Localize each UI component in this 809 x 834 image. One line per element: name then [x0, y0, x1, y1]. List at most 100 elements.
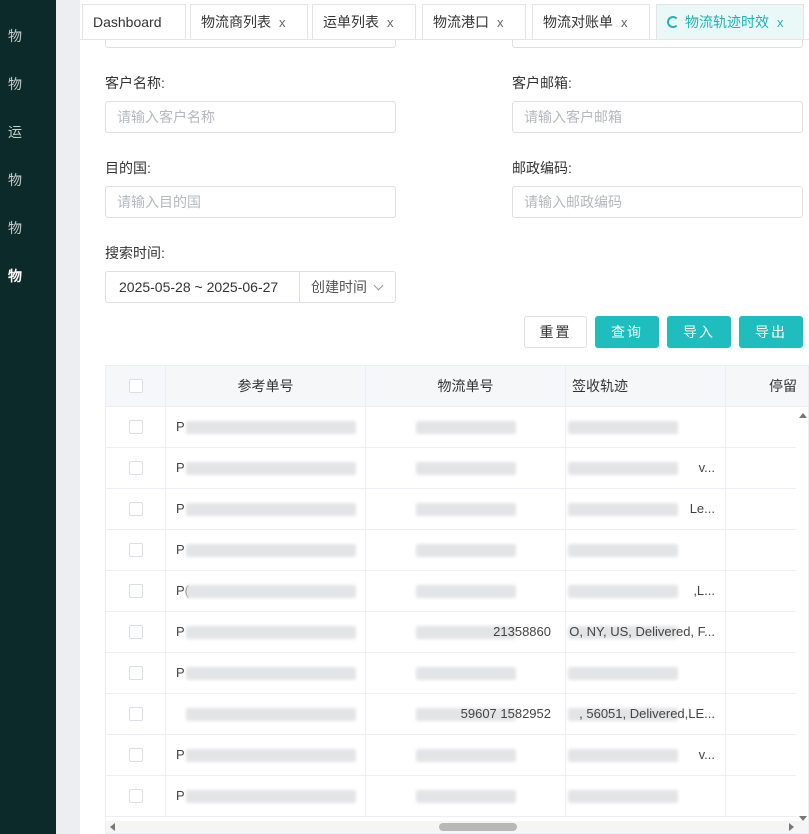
tracking-cell	[366, 448, 566, 488]
scroll-right-icon[interactable]	[789, 823, 794, 831]
row-checkbox[interactable]	[129, 666, 143, 680]
column-header[interactable]: 签收轨迹	[566, 366, 726, 406]
row-checkbox[interactable]	[129, 420, 143, 434]
postal-code-input[interactable]	[512, 186, 803, 218]
sidebar-item-4[interactable]: 物	[0, 170, 56, 190]
track-value: ,L...	[693, 583, 715, 598]
date-type-select[interactable]: 创建时间	[299, 272, 395, 302]
row-select-cell	[106, 448, 166, 488]
sidebar-item-5[interactable]: 物	[0, 218, 56, 238]
row-checkbox[interactable]	[129, 748, 143, 762]
select-all-checkbox[interactable]	[129, 379, 143, 393]
ref-cell: P	[166, 407, 366, 447]
row-checkbox[interactable]	[129, 543, 143, 557]
table-row[interactable]: P	[106, 530, 808, 571]
gutter	[56, 0, 80, 834]
row-select-cell	[106, 489, 166, 529]
sidebar-item-3[interactable]: 运	[0, 122, 56, 142]
redacted-block	[416, 790, 516, 803]
track-value: v...	[698, 460, 715, 475]
track-cell: ,L...	[566, 571, 726, 611]
query-button[interactable]: 查询	[595, 316, 659, 348]
redacted-block	[568, 749, 678, 762]
track-cell: , 56051, Delivered,LE...	[566, 694, 726, 734]
row-select-cell	[106, 571, 166, 611]
redacted-block	[568, 462, 678, 475]
ref-value: P	[176, 665, 185, 680]
date-range-value[interactable]: 2025-05-28 ~ 2025-06-27	[106, 272, 299, 302]
ref-cell: P	[166, 489, 366, 529]
redacted-block	[568, 585, 678, 598]
customer-email-input[interactable]	[512, 101, 803, 133]
row-select-cell	[106, 407, 166, 447]
redacted-block	[416, 462, 516, 475]
close-icon[interactable]: x	[279, 15, 286, 30]
horizontal-scrollbar[interactable]	[106, 821, 808, 833]
row-checkbox[interactable]	[129, 502, 143, 516]
tracking-cell: 21358860	[366, 612, 566, 652]
row-checkbox[interactable]	[129, 625, 143, 639]
import-button[interactable]: 导入	[667, 316, 731, 348]
hidden-field-top-right[interactable]	[512, 40, 803, 48]
customer-name-input[interactable]	[105, 101, 396, 133]
tab-statements[interactable]: 物流对账单 x	[532, 4, 650, 39]
track-cell: O, NY, US, Delivered, F...	[566, 612, 726, 652]
refresh-icon	[667, 16, 679, 28]
redacted-block	[568, 421, 678, 434]
tab-logistics-providers[interactable]: 物流商列表 x	[190, 4, 308, 39]
redacted-block	[186, 708, 356, 721]
sidebar-item-2[interactable]: 物	[0, 74, 56, 94]
ref-cell: P	[166, 530, 366, 570]
reset-button[interactable]: 重置	[524, 316, 587, 348]
table-row[interactable]: P	[106, 776, 808, 817]
redacted-block	[568, 790, 678, 803]
sidebar-item-6-active[interactable]: 物	[0, 266, 56, 286]
redacted-block	[416, 749, 516, 762]
redacted-block	[416, 544, 516, 557]
date-range-picker[interactable]: 2025-05-28 ~ 2025-06-27 创建时间	[105, 271, 396, 303]
row-checkbox[interactable]	[129, 707, 143, 721]
ref-cell: P	[166, 612, 366, 652]
column-header[interactable]: 参考单号	[166, 366, 366, 406]
close-icon[interactable]: x	[621, 15, 628, 30]
scroll-left-icon[interactable]	[110, 823, 115, 831]
close-icon[interactable]: x	[387, 15, 394, 30]
track-cell	[566, 407, 726, 447]
redacted-block	[186, 503, 356, 516]
hidden-field-top-left[interactable]	[105, 40, 396, 48]
row-select-cell	[106, 694, 166, 734]
select-all-cell	[106, 366, 166, 406]
tab-ports[interactable]: 物流港口 x	[422, 4, 526, 39]
tab-dashboard[interactable]: Dashboard	[82, 4, 186, 39]
close-icon[interactable]: x	[777, 15, 784, 30]
export-button[interactable]: 导出	[739, 316, 803, 348]
table-row[interactable]: Pv...	[106, 735, 808, 776]
destination-input[interactable]	[105, 186, 396, 218]
table-row[interactable]: Pv...	[106, 448, 808, 489]
table-row[interactable]: P(,L...	[106, 571, 808, 612]
table-row[interactable]: P	[106, 407, 808, 448]
row-checkbox[interactable]	[129, 789, 143, 803]
tracking-cell	[366, 407, 566, 447]
scroll-up-icon[interactable]	[799, 413, 807, 418]
table-row[interactable]: P 21358860 O, NY, US, Delivered, F...	[106, 612, 808, 653]
track-cell	[566, 776, 726, 816]
tab-waybills[interactable]: 运单列表 x	[312, 4, 416, 39]
sidebar-item-1[interactable]: 物	[0, 26, 56, 46]
redacted-block	[568, 503, 678, 516]
scroll-thumb[interactable]	[439, 823, 517, 831]
close-icon[interactable]: x	[497, 15, 504, 30]
table-row[interactable]: P	[106, 653, 808, 694]
table-row[interactable]: 59607 1582952 , 56051, Delivered,LE...	[106, 694, 808, 735]
column-header[interactable]: 停留	[726, 366, 808, 406]
row-checkbox[interactable]	[129, 584, 143, 598]
tab-tracking-timeliness[interactable]: 物流轨迹时效 x	[656, 4, 804, 39]
row-checkbox[interactable]	[129, 461, 143, 475]
column-header[interactable]: 物流单号	[366, 366, 566, 406]
redacted-block	[186, 585, 356, 598]
vertical-scrollbar[interactable]	[796, 407, 808, 823]
track-cell: Le...	[566, 489, 726, 529]
table-row[interactable]: P Le...	[106, 489, 808, 530]
redacted-block	[416, 503, 516, 516]
ref-value: P	[176, 747, 185, 762]
